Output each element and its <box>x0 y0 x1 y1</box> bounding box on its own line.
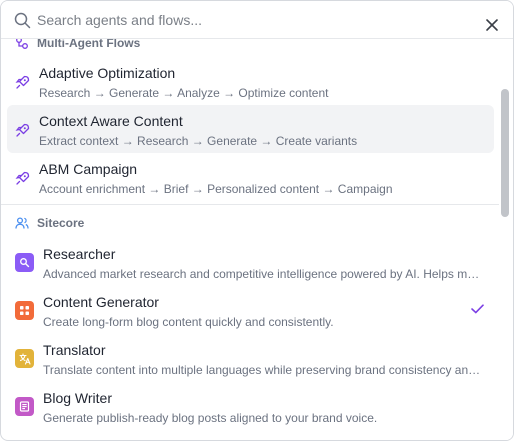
flow-icon <box>16 39 28 49</box>
scrollbar-thumb[interactable] <box>501 89 509 217</box>
item-description: Generate publish-ready blog posts aligne… <box>43 411 378 425</box>
agent-picker-panel: Multi-Agent Flows Adaptive Optimization … <box>0 0 514 441</box>
results-list: Multi-Agent Flows Adaptive Optimization … <box>1 39 499 440</box>
item-description: Research → Generate → Analyze → Optimize… <box>39 86 329 100</box>
group-label: Sitecore <box>37 216 85 230</box>
research-icon <box>15 253 34 272</box>
close-icon[interactable] <box>485 18 499 32</box>
group-divider <box>1 204 499 205</box>
item-description: Advanced market research and competitive… <box>43 267 483 281</box>
item-title: Translator <box>43 342 106 358</box>
checkmark-icon <box>471 304 484 314</box>
list-item-abm-campaign[interactable]: ABM Campaign Account enrichment → Brief … <box>7 153 494 201</box>
rocket-icon <box>15 171 30 185</box>
rocket-icon <box>15 123 30 137</box>
item-title: Content Generator <box>43 294 159 310</box>
translate-icon <box>15 349 34 368</box>
list-item-content-generator[interactable]: Content Generator Create long-form blog … <box>7 286 494 334</box>
search-icon <box>14 12 31 29</box>
users-icon <box>15 217 29 229</box>
item-title: ABM Campaign <box>39 161 138 177</box>
item-title: Blog Writer <box>43 390 112 406</box>
item-title: Adaptive Optimization <box>39 65 176 81</box>
list-item-adaptive-optimization[interactable]: Adaptive Optimization Research → Generat… <box>7 57 494 105</box>
item-description: Account enrichment → Brief → Personalize… <box>39 182 393 196</box>
list-item-researcher[interactable]: Researcher Advanced market research and … <box>7 238 494 286</box>
item-description: Create long-form blog content quickly an… <box>43 315 334 329</box>
list-item-translator[interactable]: Translator Translate content into multip… <box>7 334 494 382</box>
search-bar <box>1 1 513 39</box>
item-title: Context Aware Content <box>39 113 183 129</box>
group-header-sitecore: Sitecore <box>1 212 499 234</box>
blog-icon <box>15 397 34 416</box>
list-item-blog-writer[interactable]: Blog Writer Generate publish-ready blog … <box>7 382 494 430</box>
item-title: Researcher <box>43 246 116 262</box>
item-description: Extract context → Research → Generate → … <box>39 134 358 148</box>
group-header-flows: Multi-Agent Flows <box>1 39 499 54</box>
generator-icon <box>15 301 34 320</box>
group-label: Multi-Agent Flows <box>37 39 141 50</box>
item-description: Translate content into multiple language… <box>43 363 483 377</box>
list-item-context-aware-content[interactable]: Context Aware Content Extract context → … <box>7 105 494 153</box>
rocket-icon <box>15 75 30 89</box>
search-input[interactable] <box>37 9 457 31</box>
